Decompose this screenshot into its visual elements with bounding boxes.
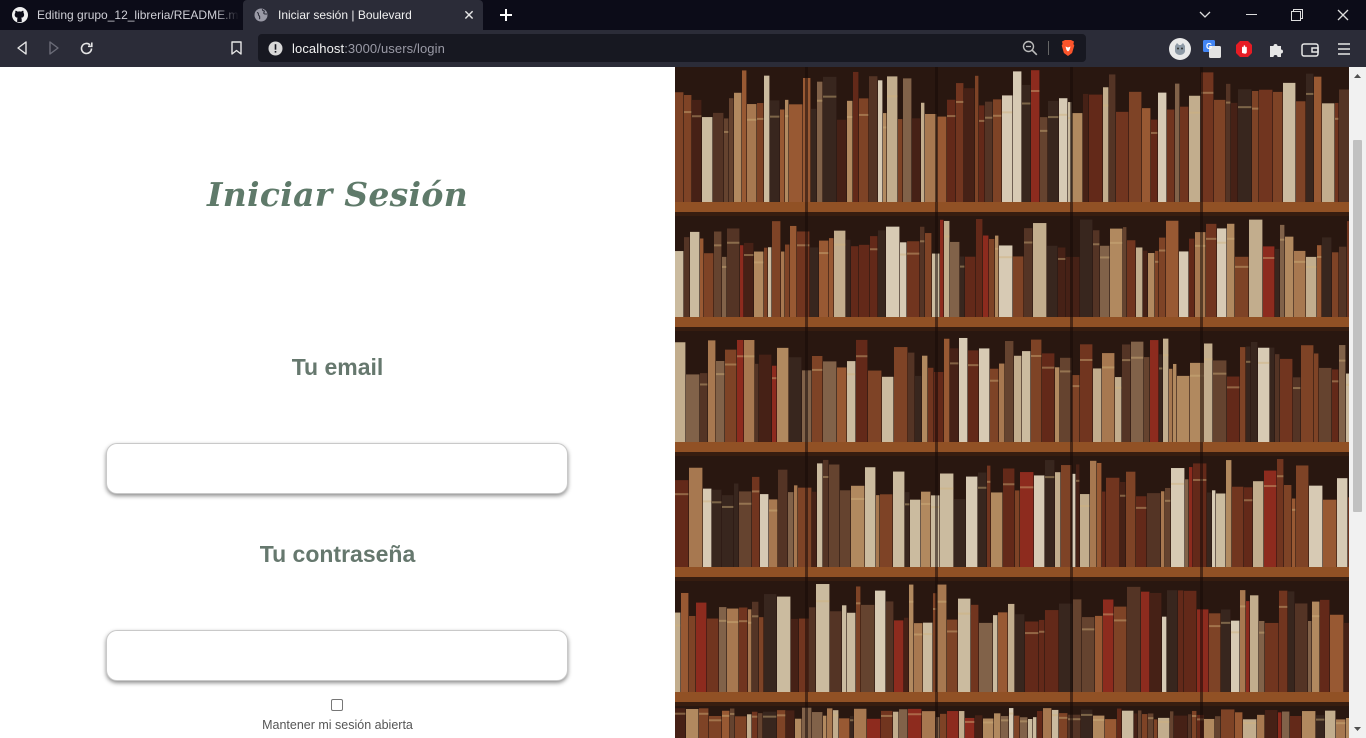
bookshelf-illustration: [675, 67, 1349, 738]
login-form: Iniciar Sesión Tu email Tu contraseña Ma…: [0, 67, 675, 738]
page-title: Iniciar Sesión: [207, 175, 468, 214]
tab-title: Editing grupo_12_libreria/README.md: [37, 8, 239, 22]
zoom-icon[interactable]: [1022, 40, 1038, 56]
translate-icon[interactable]: G: [1201, 38, 1223, 60]
bookmark-icon[interactable]: [223, 36, 249, 60]
github-icon: [12, 7, 28, 23]
bookshelf-image: [675, 67, 1349, 738]
address-bar[interactable]: localhost:3000/users/login: [258, 34, 1086, 62]
password-field[interactable]: [106, 630, 568, 681]
wallet-icon[interactable]: [1299, 38, 1321, 60]
tab-title: Iniciar sesión | Boulevard: [278, 8, 412, 22]
close-window-button[interactable]: [1320, 0, 1366, 30]
scroll-thumb[interactable]: [1353, 140, 1362, 512]
back-button[interactable]: [9, 36, 35, 60]
menu-hamburger-icon[interactable]: [1333, 38, 1355, 60]
tab-login-boulevard[interactable]: Iniciar sesión | Boulevard ✕: [243, 0, 483, 30]
forward-button[interactable]: [41, 36, 67, 60]
page-scrollbar[interactable]: [1349, 67, 1366, 738]
url-host: localhost: [292, 40, 345, 56]
reload-button[interactable]: [73, 36, 99, 60]
tab-github-readme[interactable]: Editing grupo_12_libreria/README.md: [0, 0, 242, 30]
restore-button[interactable]: [1274, 0, 1320, 30]
url-path: :3000/users/login: [344, 40, 445, 56]
remember-me-label: Mantener mi sesión abierta: [262, 718, 413, 732]
email-field[interactable]: [106, 443, 568, 494]
globe-icon: [253, 7, 269, 23]
brave-shields-icon[interactable]: [1059, 39, 1077, 57]
tab-search-chevron-icon[interactable]: [1182, 0, 1228, 30]
minimize-button[interactable]: [1228, 0, 1274, 30]
password-label: Tu contraseña: [259, 541, 416, 567]
scroll-down-icon[interactable]: [1349, 721, 1366, 738]
remember-me-checkbox[interactable]: [331, 699, 343, 711]
url-text: localhost:3000/users/login: [292, 41, 445, 56]
profile-avatar-icon[interactable]: [1169, 38, 1191, 60]
site-info-icon[interactable]: [267, 40, 283, 56]
svg-text:G: G: [1206, 42, 1212, 51]
adblock-extension-icon[interactable]: [1233, 38, 1255, 60]
url-separator: [1048, 41, 1049, 55]
close-tab-icon[interactable]: ✕: [461, 7, 477, 23]
scroll-up-icon[interactable]: [1349, 67, 1366, 84]
page-viewport: Iniciar Sesión Tu email Tu contraseña Ma…: [0, 67, 1366, 738]
browser-toolbar: localhost:3000/users/login G: [0, 30, 1366, 67]
browser-tabstrip: Editing grupo_12_libreria/README.md Inic…: [0, 0, 1366, 30]
new-tab-button[interactable]: [495, 4, 517, 26]
email-label: Tu email: [291, 354, 384, 380]
extensions-puzzle-icon[interactable]: [1265, 38, 1287, 60]
